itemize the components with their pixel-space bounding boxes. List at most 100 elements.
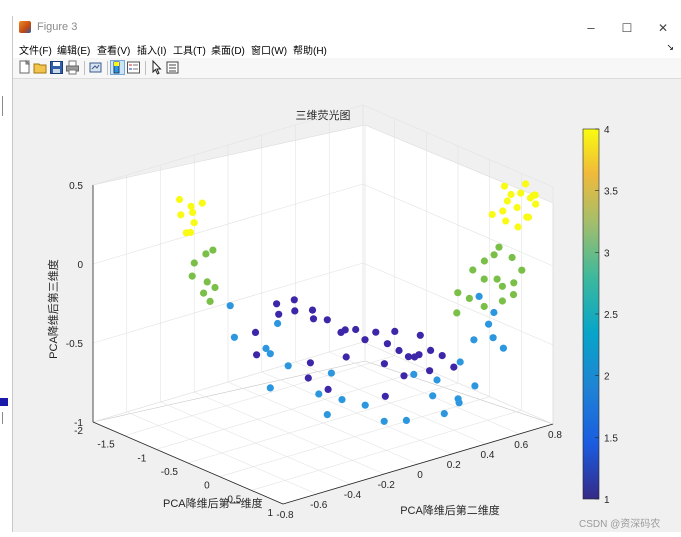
property-inspector-icon[interactable] [165, 60, 180, 75]
data-point [342, 353, 350, 361]
data-point [209, 246, 217, 254]
menu-desktop[interactable]: 桌面(D) [211, 42, 245, 57]
data-point [324, 385, 332, 393]
y-tick-label: 0 [417, 470, 423, 481]
menu-tools[interactable]: 工具(T) [173, 42, 206, 57]
title-bar[interactable]: Figure 3 – ☐ ✕ [13, 16, 681, 40]
data-point [509, 291, 518, 299]
data-point [182, 229, 190, 237]
close-button[interactable]: ✕ [645, 16, 681, 40]
data-point [198, 199, 206, 207]
data-point [493, 275, 501, 283]
toolbar-separator [84, 61, 85, 75]
colorbar-tick-label: 3 [604, 248, 610, 259]
colorbar-tick-label: 2.5 [604, 310, 618, 321]
menu-help[interactable]: 帮助(H) [293, 42, 327, 57]
data-point [440, 410, 448, 418]
colorbar-tick-label: 1.5 [604, 433, 618, 444]
x-axis-label: PCA降维后第一维度 [163, 496, 263, 510]
data-point [190, 259, 198, 267]
data-point [188, 272, 196, 280]
data-point [469, 266, 477, 274]
data-point [454, 289, 462, 297]
3d-scatter-plot[interactable]: 三维荧光图 -2-1.5-1-0.500.51 -0.8-0.6-0.4-0.20… [13, 79, 681, 532]
background-window-border [2, 96, 9, 116]
menu-insert[interactable]: 插入(I) [137, 42, 166, 57]
menu-overflow-icon[interactable]: ↘ [666, 42, 674, 53]
data-point [226, 302, 234, 310]
data-point [284, 362, 292, 370]
data-point [480, 257, 488, 265]
data-point [488, 210, 496, 219]
data-point [275, 310, 283, 318]
insert-colorbar-icon[interactable] [110, 60, 125, 75]
menu-file[interactable]: 文件(F) [19, 42, 52, 57]
data-point [410, 370, 418, 378]
data-point [513, 203, 521, 212]
menu-view[interactable]: 查看(V) [97, 42, 130, 57]
data-point [383, 340, 391, 348]
data-point [323, 411, 331, 419]
background-window-border [2, 412, 9, 424]
data-point [187, 202, 195, 210]
data-point [518, 266, 526, 274]
y-tick-label: 0.4 [481, 450, 495, 461]
data-point [391, 327, 399, 335]
save-icon[interactable] [49, 60, 64, 75]
data-point [490, 251, 498, 259]
z-tick-label: -0.5 [66, 339, 84, 350]
data-point [290, 296, 298, 304]
colorbar-tick-label: 2 [604, 372, 610, 383]
print-icon[interactable] [65, 60, 80, 75]
data-point [400, 372, 408, 380]
data-point [273, 300, 281, 308]
z-tick-label: 0.5 [69, 181, 83, 192]
data-point [202, 250, 210, 258]
maximize-button[interactable]: ☐ [609, 16, 645, 40]
minimize-button[interactable]: – [573, 16, 609, 40]
menu-edit[interactable]: 编辑(E) [57, 42, 90, 57]
data-point [211, 283, 219, 292]
data-point [480, 275, 488, 283]
data-point [455, 399, 463, 407]
window-title: Figure 3 [37, 21, 78, 33]
data-point [327, 369, 335, 377]
data-point [433, 376, 441, 384]
data-point [402, 416, 410, 424]
figure-toolbar [13, 58, 681, 79]
y-tick-label: -0.8 [276, 510, 294, 521]
figure-canvas[interactable]: 三维荧光图 -2 -1.5 -1 -0.5 0 0.5 1 -0.8 -0.6 -0.4 -0.2 0… [13, 79, 681, 532]
data-point [517, 189, 525, 197]
colorbar-tick-label: 3.5 [604, 187, 618, 198]
data-point [429, 392, 437, 400]
x-tick-label: 1 [267, 508, 273, 519]
data-point [203, 278, 211, 286]
new-figure-icon[interactable] [17, 59, 32, 75]
colorbar-tick-label: 4 [604, 125, 610, 136]
data-point [175, 195, 184, 204]
insert-legend-icon[interactable] [126, 60, 141, 75]
data-point [485, 320, 493, 328]
menu-window[interactable]: 窗口(W) [251, 42, 287, 57]
data-point [304, 374, 312, 382]
data-point [498, 282, 506, 290]
data-point [177, 211, 185, 219]
x-tick-label: -0.5 [161, 467, 179, 478]
data-point [309, 315, 318, 323]
y-tick-label: -0.4 [344, 490, 362, 501]
data-point [323, 316, 331, 324]
open-file-icon[interactable] [33, 60, 48, 75]
data-point [450, 363, 458, 371]
data-point [291, 307, 299, 315]
data-point [315, 390, 323, 398]
matlab-figure-icon [19, 21, 31, 33]
data-point [489, 334, 497, 342]
toolbar-separator [145, 61, 146, 75]
edit-plot-pointer-icon[interactable] [149, 59, 164, 75]
link-plot-icon[interactable] [88, 60, 103, 75]
data-point [475, 292, 483, 300]
z-axis-label: PCA降维后第三维度 [46, 259, 60, 359]
data-point [253, 351, 261, 359]
data-point [361, 336, 369, 344]
data-point [426, 367, 434, 375]
